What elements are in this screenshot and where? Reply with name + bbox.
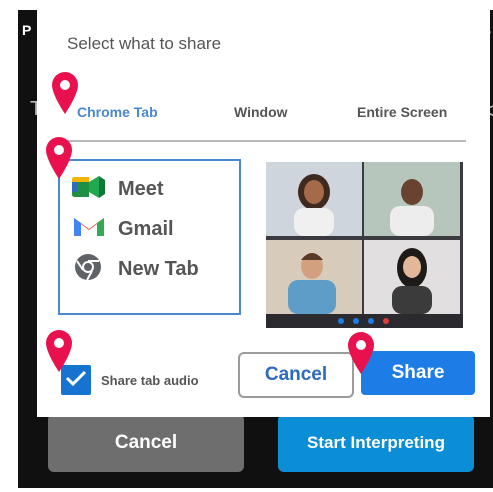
- share-audio-label: Share tab audio: [101, 372, 199, 388]
- list-item-meet[interactable]: Meet: [72, 173, 164, 205]
- tab-preview: [266, 162, 463, 328]
- gmail-icon: [72, 213, 106, 246]
- background-title-fragment: P: [22, 22, 32, 38]
- chrome-icon: [72, 252, 106, 287]
- video-tile: [266, 162, 362, 236]
- tabs-divider: [63, 140, 466, 142]
- share-tab-audio[interactable]: Share tab audio: [61, 365, 199, 395]
- tab-list[interactable]: Meet Gmail New Tab: [58, 159, 241, 315]
- location-marker-icon: [44, 137, 74, 179]
- share-dialog: Select what to share Chrome Tab Window E…: [37, 0, 490, 417]
- video-tile: [364, 162, 460, 236]
- video-tile: [266, 240, 362, 314]
- list-item-label: Gmail: [118, 217, 174, 240]
- tab-window[interactable]: Window: [234, 104, 288, 120]
- list-item-gmail[interactable]: Gmail: [72, 213, 174, 245]
- cancel-button[interactable]: Cancel: [238, 352, 354, 398]
- google-meet-icon: [72, 173, 106, 206]
- list-item-label: New Tab: [118, 257, 199, 280]
- share-button[interactable]: Share: [361, 351, 475, 395]
- tab-entire-screen[interactable]: Entire Screen: [357, 104, 447, 120]
- video-tile: [364, 240, 460, 314]
- dialog-title: Select what to share: [67, 34, 222, 53]
- list-item-new-tab[interactable]: New Tab: [72, 253, 199, 285]
- location-marker-icon: [50, 72, 80, 114]
- tab-chrome-tab[interactable]: Chrome Tab: [77, 104, 158, 120]
- location-marker-icon: [44, 330, 74, 372]
- background-cancel-button[interactable]: Cancel: [48, 414, 244, 472]
- call-controls-bar: [266, 314, 463, 328]
- location-marker-icon: [346, 332, 376, 374]
- list-item-label: Meet: [118, 177, 164, 200]
- start-interpreting-button[interactable]: Start Interpreting: [278, 414, 474, 472]
